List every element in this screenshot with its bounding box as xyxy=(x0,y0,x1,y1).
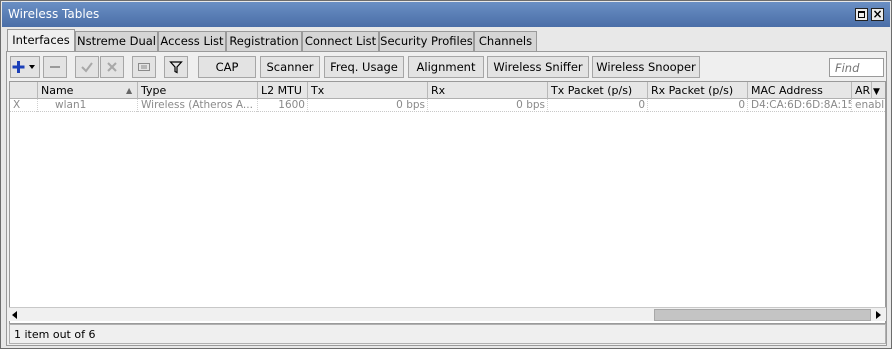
scanner-button[interactable]: Scanner xyxy=(260,56,320,78)
wireless-sniffer-button[interactable]: Wireless Sniffer xyxy=(487,56,589,78)
alignment-button[interactable]: Alignment xyxy=(408,56,484,78)
row-l2mtu: 1600 xyxy=(258,99,308,112)
scrollbar-thumb[interactable] xyxy=(654,309,871,321)
column-header-ar[interactable]: AR xyxy=(852,82,872,99)
row-type: Wireless (Atheros A... xyxy=(138,99,258,112)
row-rx: 0 bps xyxy=(428,99,548,112)
tab-channels[interactable]: Channels xyxy=(474,31,537,51)
add-icon xyxy=(12,61,35,73)
row-rx-packet: 0 xyxy=(648,99,748,112)
window-title: Wireless Tables xyxy=(8,7,100,21)
status-bar: 1 item out of 6 xyxy=(9,324,886,344)
close-icon: × xyxy=(872,7,883,21)
filter-button[interactable] xyxy=(164,56,188,78)
remove-button[interactable] xyxy=(43,56,67,78)
tab-access-list[interactable]: Access List xyxy=(158,31,226,51)
chevron-down-icon: ▼ xyxy=(873,87,880,97)
close-button[interactable]: × xyxy=(871,7,884,21)
comment-icon xyxy=(138,63,150,71)
filter-icon xyxy=(169,61,183,74)
wireless-tables-window: Wireless Tables × Interfaces Nstreme Dua… xyxy=(0,0,892,349)
wireless-snooper-button[interactable]: Wireless Snooper xyxy=(592,56,700,78)
comment-button[interactable] xyxy=(132,56,156,78)
column-header-l2mtu[interactable]: L2 MTU xyxy=(258,82,308,99)
column-menu-button[interactable]: ▼ xyxy=(872,82,885,99)
restore-button[interactable] xyxy=(855,8,868,21)
tab-security-profiles[interactable]: Security Profiles xyxy=(379,31,474,51)
row-ar: enabl xyxy=(855,99,885,111)
table-header: Name ▲ Type L2 MTU Tx Rx Tx Packet (p/s)… xyxy=(10,82,885,99)
column-header-name-label: Name xyxy=(41,84,74,97)
row-mac-address: D4:CA:6D:6D:8A:15 xyxy=(748,99,852,112)
row-flag: X xyxy=(10,99,38,112)
column-header-tx-packet[interactable]: Tx Packet (p/s) xyxy=(548,82,648,99)
column-header-tx[interactable]: Tx xyxy=(308,82,428,99)
row-tx-packet: 0 xyxy=(548,99,648,112)
title-bar[interactable]: Wireless Tables × xyxy=(2,2,890,27)
column-header-rx[interactable]: Rx xyxy=(428,82,548,99)
tab-connect-list[interactable]: Connect List xyxy=(302,31,379,51)
column-header-mac-address[interactable]: MAC Address xyxy=(748,82,852,99)
interfaces-panel: CAP Scanner Freq. Usage Alignment Wirele… xyxy=(6,51,887,346)
cap-button[interactable]: CAP xyxy=(198,56,256,78)
add-button[interactable] xyxy=(10,56,40,78)
scroll-right-button[interactable] xyxy=(872,308,884,322)
enable-button[interactable] xyxy=(75,56,99,78)
tab-registration[interactable]: Registration xyxy=(226,31,302,51)
restore-icon xyxy=(858,11,865,18)
column-header-name[interactable]: Name ▲ xyxy=(38,82,138,99)
arrow-right-icon xyxy=(876,311,881,319)
column-header-type[interactable]: Type xyxy=(138,82,258,99)
tab-nstreme-dual[interactable]: Nstreme Dual xyxy=(75,31,158,51)
enable-icon xyxy=(81,62,93,73)
scroll-left-button[interactable] xyxy=(9,308,21,322)
remove-icon xyxy=(50,66,60,68)
table-row[interactable]: X wlan1 Wireless (Atheros A... 1600 0 bp… xyxy=(10,99,885,112)
sort-ascending-icon: ▲ xyxy=(126,86,133,95)
column-header-flag[interactable] xyxy=(10,82,38,99)
interfaces-table: Name ▲ Type L2 MTU Tx Rx Tx Packet (p/s)… xyxy=(9,81,886,324)
row-name: wlan1 xyxy=(38,99,138,112)
horizontal-scrollbar[interactable] xyxy=(9,307,886,321)
row-tx: 0 bps xyxy=(308,99,428,112)
tab-interfaces[interactable]: Interfaces xyxy=(7,29,75,51)
freq-usage-button[interactable]: Freq. Usage xyxy=(324,56,404,78)
disable-button[interactable] xyxy=(100,56,124,78)
disable-icon xyxy=(107,62,117,72)
column-header-rx-packet[interactable]: Rx Packet (p/s) xyxy=(648,82,748,99)
arrow-left-icon xyxy=(12,311,17,319)
find-input[interactable] xyxy=(829,58,884,77)
